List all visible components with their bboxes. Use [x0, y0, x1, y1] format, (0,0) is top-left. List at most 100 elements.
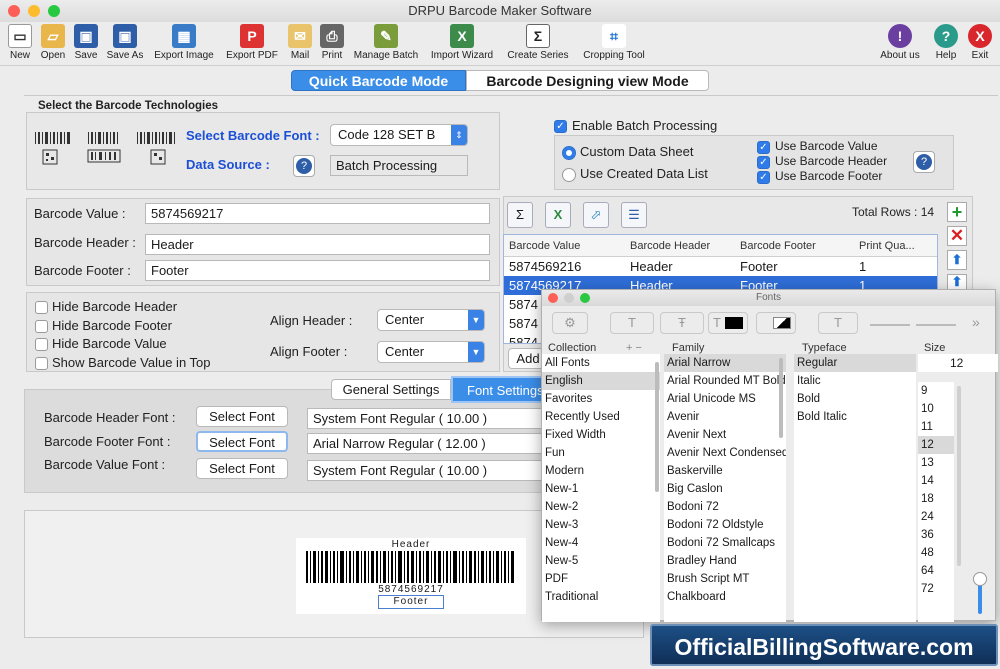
data-source-help-button[interactable]: ? — [293, 155, 315, 177]
use-barcode-value-checkbox[interactable]: ✓ — [757, 139, 770, 155]
gear-icon[interactable]: ⚙ — [552, 312, 588, 334]
open-button[interactable]: ▱ Open — [37, 24, 69, 61]
list-item-selected[interactable]: 12 — [918, 436, 954, 454]
underline-icon[interactable]: T — [610, 312, 654, 334]
text-shadow-icon[interactable]: T — [818, 312, 858, 334]
save-button[interactable]: ▣ Save — [70, 24, 102, 61]
mail-button[interactable]: ✉ Mail — [285, 24, 315, 61]
shadow-blur-slider[interactable] — [916, 324, 956, 326]
move-down-button[interactable]: ⬆ — [947, 274, 967, 290]
column-header[interactable]: Barcode Value — [509, 235, 580, 257]
align-footer-select[interactable]: Center ▼ — [377, 341, 485, 363]
export-pdf-button[interactable]: P Export PDF — [223, 24, 281, 61]
list-item[interactable]: New-3 — [542, 516, 660, 534]
list-item[interactable]: Arial Unicode MS — [664, 390, 786, 408]
list-item[interactable]: 14 — [918, 472, 954, 490]
zoom-window-icon[interactable] — [48, 5, 60, 17]
new-button[interactable]: ▭ New — [4, 24, 36, 61]
barcode-preview[interactable]: Header 5874569217 Footer — [296, 538, 526, 614]
barcode-header-input[interactable]: Header — [145, 234, 490, 255]
list-item[interactable]: New-2 — [542, 498, 660, 516]
list-item[interactable]: New-5 — [542, 552, 660, 570]
close-window-icon[interactable] — [8, 5, 20, 17]
list-item[interactable]: 11 — [918, 418, 954, 436]
cropping-tool-button[interactable]: ⌗ Cropping Tool — [578, 24, 650, 61]
tab-font-settings[interactable]: Font Settings — [451, 376, 546, 403]
list-item[interactable]: 72 — [918, 580, 954, 598]
add-remove-collection-icon[interactable]: + − — [626, 342, 642, 354]
manage-batch-button[interactable]: ✎ Manage Batch — [350, 24, 422, 61]
enable-batch-checkbox[interactable]: ✓ — [554, 118, 567, 134]
close-panel-icon[interactable] — [548, 293, 558, 303]
list-item[interactable]: PDF — [542, 570, 660, 588]
list-item[interactable]: New-1 — [542, 480, 660, 498]
align-header-select[interactable]: Center ▼ — [377, 309, 485, 331]
list-item[interactable]: Brush Script MT — [664, 570, 786, 588]
barcode-footer-input[interactable]: Footer — [145, 260, 490, 281]
list-item[interactable]: Fun — [542, 444, 660, 462]
table-row[interactable]: 5874569216 Header Footer 1 — [504, 257, 937, 276]
list-item[interactable]: Bradley Hand — [664, 552, 786, 570]
collection-scrollbar[interactable] — [655, 362, 659, 492]
minimize-window-icon[interactable] — [28, 5, 40, 17]
shadow-opacity-slider[interactable] — [870, 324, 910, 326]
list-item[interactable]: Avenir — [664, 408, 786, 426]
text-color-button[interactable]: T — [708, 312, 748, 334]
barcode-value-input[interactable]: 5874569217 — [145, 203, 490, 224]
list-item[interactable]: Baskerville — [664, 462, 786, 480]
size-input[interactable]: 12 — [918, 354, 998, 372]
export-data-button[interactable]: ⬀ — [583, 202, 609, 228]
list-item[interactable]: Bodoni 72 Smallcaps — [664, 534, 786, 552]
list-item-selected[interactable]: Arial Narrow — [664, 354, 786, 372]
delete-row-button[interactable]: ✕ — [947, 226, 967, 246]
data-list-button[interactable]: ☰ — [621, 202, 647, 228]
barcode-font-select[interactable]: Code 128 SET B ⇕ — [330, 124, 468, 146]
list-item[interactable]: New-4 — [542, 534, 660, 552]
list-item[interactable]: 36 — [918, 526, 954, 544]
import-wizard-button[interactable]: X Import Wizard — [427, 24, 497, 61]
quick-mode-tab[interactable]: Quick Barcode Mode — [291, 70, 466, 91]
import-excel-button[interactable]: X — [545, 202, 571, 228]
hide-value-checkbox[interactable] — [35, 336, 48, 352]
batch-help-button[interactable]: ? — [913, 151, 935, 173]
list-item[interactable]: Avenir Next — [664, 426, 786, 444]
document-color-button[interactable] — [756, 312, 796, 334]
show-value-top-checkbox[interactable] — [35, 355, 48, 371]
created-data-list-radio[interactable] — [562, 166, 576, 182]
more-icon[interactable]: » — [972, 314, 980, 330]
strikethrough-icon[interactable]: Ŧ — [660, 312, 704, 334]
use-barcode-header-checkbox[interactable]: ✓ — [757, 154, 770, 170]
select-header-font-button[interactable]: Select Font — [196, 406, 288, 427]
hide-header-checkbox[interactable] — [35, 299, 48, 315]
list-item[interactable]: Fixed Width — [542, 426, 660, 444]
list-item[interactable]: 10 — [918, 400, 954, 418]
use-barcode-footer-checkbox[interactable]: ✓ — [757, 169, 770, 185]
family-scrollbar[interactable] — [779, 358, 783, 438]
export-image-button[interactable]: ▦ Export Image — [150, 24, 218, 61]
move-up-button[interactable]: ⬆ — [947, 250, 967, 270]
column-header[interactable]: Barcode Footer — [740, 235, 816, 257]
custom-data-sheet-radio[interactable] — [562, 144, 576, 160]
list-item[interactable]: 18 — [918, 490, 954, 508]
list-item[interactable]: Italic — [794, 372, 916, 390]
list-item[interactable]: Favorites — [542, 390, 660, 408]
select-value-font-button[interactable]: Select Font — [196, 458, 288, 479]
print-button[interactable]: ⎙ Print — [317, 24, 347, 61]
list-item[interactable]: Modern — [542, 462, 660, 480]
series-tool-button[interactable]: Σ — [507, 202, 533, 228]
list-item[interactable]: All Fonts — [542, 354, 660, 372]
list-item[interactable]: Traditional — [542, 588, 660, 606]
about-button[interactable]: ! About us — [876, 24, 924, 61]
list-item-selected[interactable]: English — [542, 372, 660, 390]
tab-general-settings[interactable]: General Settings — [331, 379, 451, 400]
list-item[interactable]: 13 — [918, 454, 954, 472]
hide-footer-checkbox[interactable] — [35, 318, 48, 334]
select-footer-font-button[interactable]: Select Font — [196, 431, 288, 452]
list-item[interactable]: Bodoni 72 — [664, 498, 786, 516]
list-item[interactable]: 48 — [918, 544, 954, 562]
list-item[interactable]: Recently Used — [542, 408, 660, 426]
add-row-button[interactable]: + — [947, 202, 967, 222]
create-series-button[interactable]: Σ Create Series — [503, 24, 573, 61]
list-item[interactable]: Arial Rounded MT Bold — [664, 372, 786, 390]
exit-button[interactable]: X Exit — [966, 24, 994, 61]
